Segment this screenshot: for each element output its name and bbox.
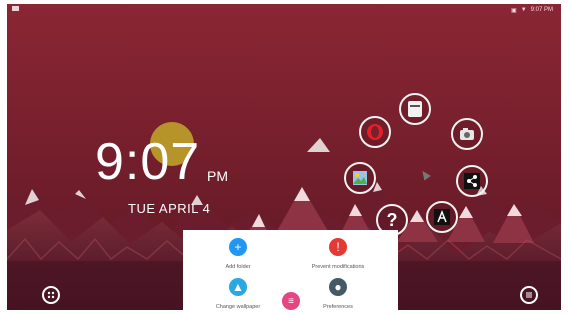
pin-icon: ! <box>329 238 347 256</box>
camera-app-button[interactable] <box>451 118 483 150</box>
change-wallpaper-action[interactable]: ▲ Change wallpaper <box>207 278 269 310</box>
files-app-button[interactable] <box>399 93 431 125</box>
wallpaper-icon: ▲ <box>229 278 247 296</box>
share-app-button[interactable] <box>456 165 488 197</box>
files-icon <box>408 101 422 117</box>
lockscreen-time: 9:07 <box>95 133 201 191</box>
launcher-app-button[interactable] <box>426 201 458 233</box>
lockscreen-ampm: PM <box>207 168 228 184</box>
add-folder-action[interactable]: + Add folder <box>207 238 269 270</box>
preferences-icon: ● <box>329 278 347 296</box>
camera-icon <box>460 128 474 140</box>
wifi-icon: ▼ <box>520 7 527 13</box>
tray-menu-button[interactable]: ≡ <box>282 292 300 310</box>
preferences-action[interactable]: ● Preferences <box>307 278 369 310</box>
app-drawer-button[interactable] <box>42 286 60 304</box>
prevent-modifications-label: Prevent modifications <box>311 264 365 270</box>
status-bar: ▣ ▼ 9:07 PM <box>7 4 561 16</box>
android-home-screen: ▣ ▼ 9:07 PM 9:07 PM TUE APRIL 4 ? + Add … <box>7 4 561 310</box>
bottom-action-sheet: + Add folder ! Prevent modifications ▲ C… <box>183 230 398 310</box>
launcher-icon <box>434 209 450 225</box>
menu-button[interactable] <box>520 286 538 304</box>
help-label: ? <box>386 209 398 230</box>
menu-icon <box>526 292 532 298</box>
status-right-area: ▣ ▼ 9:07 PM <box>511 6 553 14</box>
share-icon <box>464 173 480 189</box>
prevent-modifications-action[interactable]: ! Prevent modifications <box>307 238 369 270</box>
gallery-icon <box>353 171 367 185</box>
status-left-icon <box>12 6 19 11</box>
lockscreen-date: TUE APRIL 4 <box>128 201 211 216</box>
grid-icon <box>47 291 55 299</box>
status-time: 9:07 PM <box>530 7 553 13</box>
gallery-app-button[interactable] <box>344 162 376 194</box>
change-wallpaper-label: Change wallpaper <box>215 304 261 310</box>
preferences-label: Preferences <box>323 304 353 310</box>
opera-icon <box>367 124 383 140</box>
add-folder-icon: + <box>229 238 247 256</box>
opera-app-button[interactable] <box>359 116 391 148</box>
signal-icon: ▣ <box>511 7 517 14</box>
add-folder-label: Add folder <box>225 264 251 270</box>
